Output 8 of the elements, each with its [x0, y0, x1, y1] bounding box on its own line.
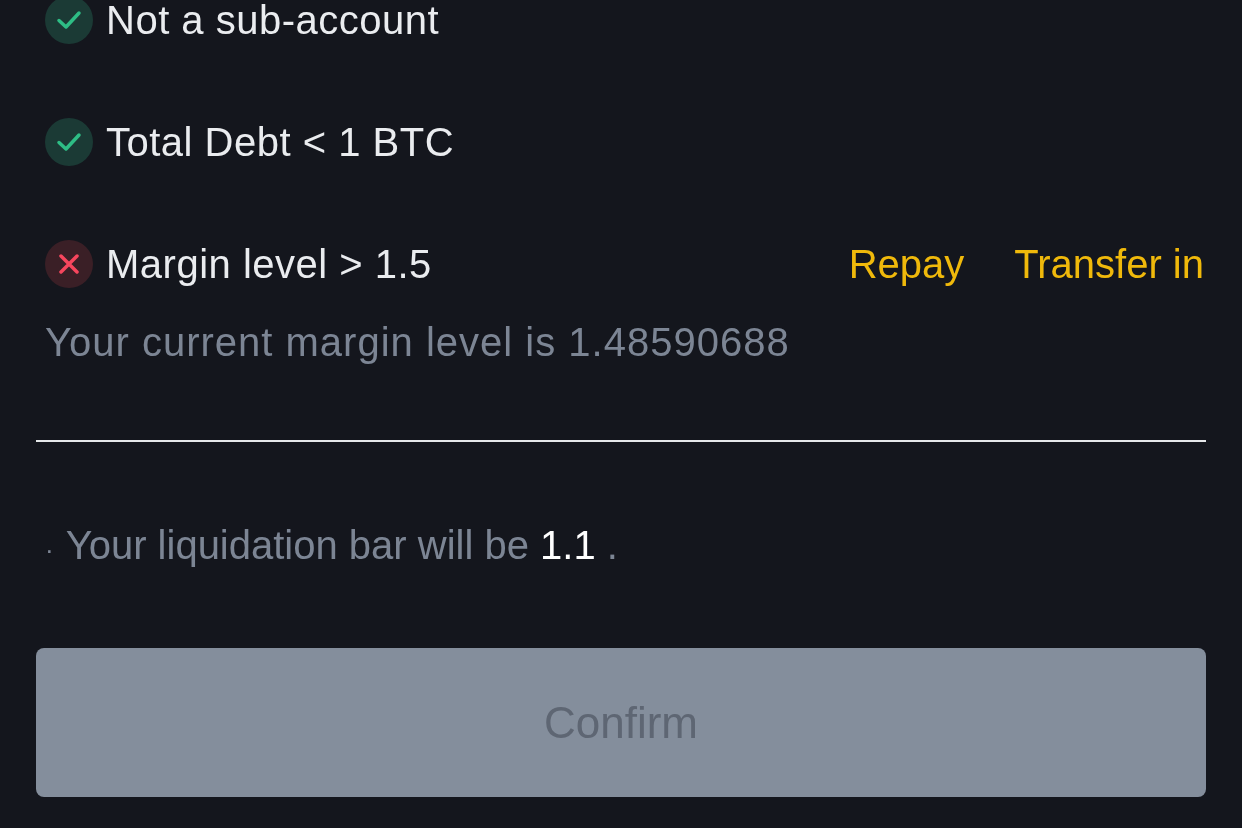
- condition-label: Total Debt < 1 BTC: [106, 122, 456, 162]
- liquidation-note: Your liquidation bar will be 1.1 .: [65, 522, 618, 568]
- margin-note: Your current margin level is 1.48590688: [45, 319, 790, 365]
- condition-label: Not a sub-account: [106, 0, 441, 40]
- action-link[interactable]: Transfer in: [1014, 241, 1204, 287]
- condition-label: Margin level > 1.5: [106, 244, 433, 284]
- action-link[interactable]: Repay: [848, 241, 965, 287]
- bullet-text: ·: [45, 534, 54, 567]
